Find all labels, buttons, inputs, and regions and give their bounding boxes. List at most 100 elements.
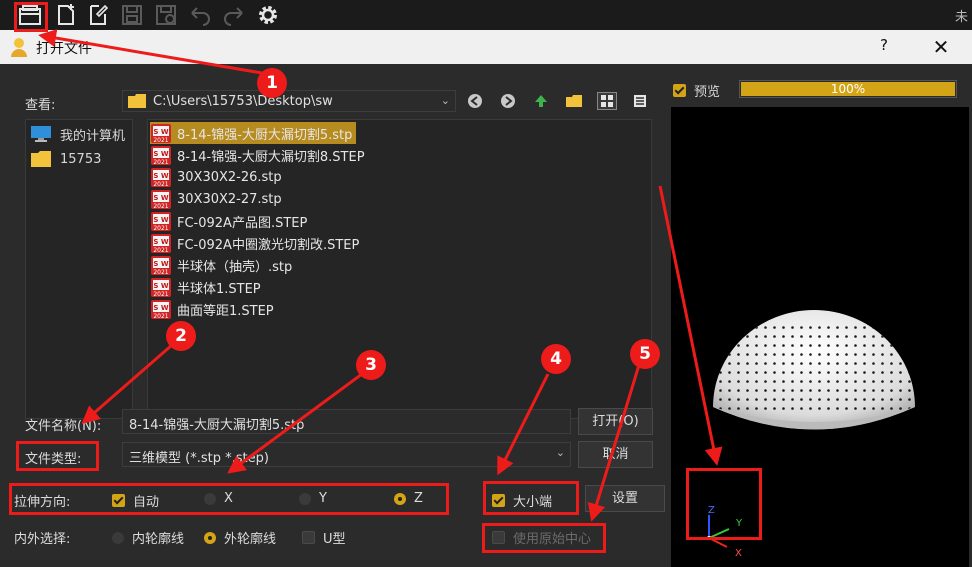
up-folder-button[interactable] [531,92,551,110]
new-file-button[interactable] [52,2,80,28]
option-label: Z [414,491,423,506]
save-as-button[interactable] [152,2,180,28]
sidebar-item-computer[interactable]: 我的计算机 [30,123,125,145]
filetype-combobox[interactable]: 三维模型 (*.stp *.step) ⌄ [122,442,571,467]
file-list-item[interactable]: S W 2021 8-14-锦强-大厨大漏切割5.stp [150,122,357,144]
solidworks-file-icon: S W2021 [151,123,171,144]
edit-file-icon [90,4,109,25]
annotation-marker-4: 4 [541,344,571,374]
file-list-item[interactable]: S W 2021 FC-092A中圈激光切割改.STEP [150,232,363,254]
back-button[interactable] [465,92,485,110]
chevron-down-icon: ⌄ [555,446,565,459]
preview-label: 预览 [694,85,721,100]
new-file-icon [58,4,74,25]
user-app-icon [11,38,27,57]
save-button[interactable] [118,2,146,28]
list-view-button[interactable] [630,92,650,110]
checkbox-mark [673,84,686,97]
progress-text: 100% [830,82,866,96]
arrow-right-icon [501,94,515,108]
radio-mark [204,531,216,544]
settings-gear-button[interactable] [254,2,282,28]
path-text: C:\Users\15753\Desktop\sw [153,94,333,109]
sw-badge-text: S W [153,282,168,290]
sw-badge-text: S W [153,194,168,202]
dialog-titlebar: 打开文件 ? ✕ [0,30,972,64]
open-file-button[interactable] [16,2,44,28]
option-label: Y [319,491,327,506]
stretch-y-radio[interactable]: Y [299,491,327,506]
endian-checkbox[interactable]: 大小端 [492,491,552,510]
sw-badge-year: 2021 [153,203,168,210]
sidebar-item-user-folder[interactable]: 15753 [30,148,101,170]
toolbar-right-text: 未 [954,10,968,25]
open-file-icon [19,5,41,25]
stretch-direction-label: 拉伸方向: [14,495,71,510]
sw-badge-year: 2021 [153,159,168,166]
file-list-item[interactable]: S W 2021 曲面等距1.STEP [150,298,278,320]
file-list-item[interactable]: S W 2021 30X30X2-27.stp [150,188,286,210]
file-name: 曲面等距1.STEP [177,303,274,319]
save-as-icon [156,5,176,25]
forward-button[interactable] [498,92,518,110]
path-combobox[interactable]: C:\Users\15753\Desktop\sw ⌄ [122,90,456,112]
stretch-auto-checkbox[interactable]: 自动 [112,491,159,510]
list-view-icon [634,95,646,107]
annotation-marker-5: 5 [630,339,660,369]
stretch-z-radio[interactable]: Z [394,491,423,506]
file-name: 8-14-锦强-大厨大漏切割8.STEP [177,149,365,165]
edit-file-button[interactable] [84,2,112,28]
file-name: FC-092A产品图.STEP [177,215,308,231]
file-list-item[interactable]: S W 2021 8-14-锦强-大厨大漏切割8.STEP [150,144,369,166]
sw-badge-year: 2021 [153,291,168,298]
sw-badge-text: S W [153,172,168,180]
radio-mark [204,492,216,505]
file-name: 半球体1.STEP [177,281,261,297]
redo-button[interactable] [220,2,248,28]
solidworks-file-icon: S W2021 [151,255,171,276]
filetype-label: 文件类型: [25,452,82,467]
open-file-dialog: 打开文件 ? ✕ 查看: C:\Users\15753\Desktop\sw ⌄… [0,30,972,567]
file-list: S W 2021 8-14-锦强-大厨大漏切割5.stp S W 2021 8-14-锦强… [147,119,652,419]
annotation-marker-1: 1 [257,68,287,98]
file-name: 8-14-锦强-大厨大漏切割5.stp [177,127,353,143]
help-button[interactable]: ? [874,36,894,58]
open-button[interactable]: 打开(O) [578,408,653,435]
grid-view-icon [601,95,613,107]
sidebar-item-label: 我的计算机 [60,128,126,144]
solidworks-file-icon: S W2021 [151,145,171,166]
solidworks-file-icon: S W2021 [151,277,171,298]
option-label: 大小端 [513,495,553,510]
computer-icon [31,126,51,142]
file-list-item[interactable]: S W 2021 FC-092A产品图.STEP [150,210,311,232]
filename-label: 文件名称(N): [25,419,102,434]
inner-contour-radio[interactable]: 内轮廓线 [112,528,184,547]
file-list-item[interactable]: S W 2021 30X30X2-26.stp [150,166,286,188]
settings-button[interactable]: 设置 [585,485,665,512]
filename-input[interactable]: 8-14-锦强-大厨大漏切割5.stp [122,409,571,434]
arrow-left-icon [468,94,482,108]
use-original-center-checkbox[interactable]: 使用原始中心 [492,528,591,547]
u-type-checkbox[interactable]: U型 [302,528,346,547]
sw-badge-year: 2021 [153,225,168,232]
model-preview-viewport[interactable]: Z Y X [671,107,969,567]
file-list-item[interactable]: S W 2021 半球体（抽壳）.stp [150,254,296,276]
inout-selection-label: 内外选择: [14,532,71,547]
icon-view-button[interactable] [597,92,617,110]
option-label: 内轮廓线 [132,532,185,547]
undo-button[interactable] [186,2,214,28]
new-folder-button[interactable] [564,92,584,110]
preview-checkbox[interactable]: 预览 [673,81,720,100]
load-progress-bar: 100% [739,80,957,98]
cancel-button[interactable]: 取消 [578,441,653,468]
new-folder-icon [566,95,582,107]
sidebar-item-label: 15753 [60,151,102,167]
radio-mark [112,531,124,544]
close-button[interactable]: ✕ [928,34,954,60]
checkbox-mark [492,494,505,507]
solidworks-file-icon: S W2021 [151,233,171,254]
file-list-item[interactable]: S W 2021 半球体1.STEP [150,276,265,298]
stretch-x-radio[interactable]: X [204,491,233,506]
redo-icon [224,7,243,26]
outer-contour-radio[interactable]: 外轮廓线 [204,528,276,547]
